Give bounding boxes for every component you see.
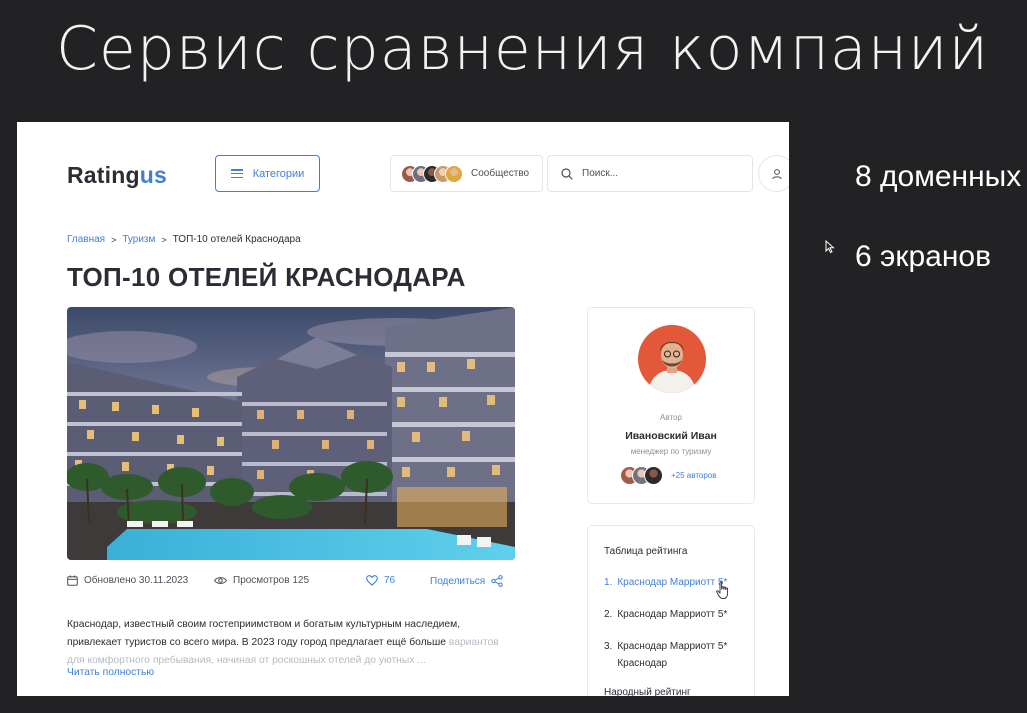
- author-name[interactable]: Ивановский Иван: [588, 430, 754, 442]
- like-button[interactable]: 76: [366, 575, 395, 586]
- logo[interactable]: Ratingus: [67, 162, 167, 189]
- other-authors[interactable]: +25 авторов: [620, 466, 717, 485]
- hand-pointer-icon: [716, 581, 729, 600]
- rating-item[interactable]: 3. Краснодар Марриотт 5* Краснодар: [604, 638, 754, 672]
- breadcrumb-current: ТОП-10 отелей Краснодара: [172, 234, 301, 245]
- logo-main: Rating: [67, 162, 140, 188]
- profile-button[interactable]: [758, 155, 789, 192]
- share-label: Поделиться: [430, 575, 486, 587]
- author-position: менеджер по туризму: [630, 447, 712, 456]
- rating-table-card: Таблица рейтинга 1. Краснодар Марриотт 5…: [587, 525, 755, 696]
- rating-item-number: 3.: [604, 641, 613, 652]
- rating-item-number: 1.: [604, 577, 613, 588]
- more-authors-link[interactable]: +25 авторов: [671, 471, 717, 480]
- avatar: [644, 466, 663, 485]
- user-icon: [771, 168, 782, 179]
- author-avatar: [638, 325, 706, 393]
- community-avatars: [401, 164, 463, 183]
- popular-rating-label[interactable]: Народный рейтинг: [604, 687, 691, 696]
- calendar-icon: [67, 575, 78, 586]
- updated-text: Обновлено 30.11.2023: [84, 575, 189, 586]
- rating-item[interactable]: 1. Краснодар Марриотт 5*: [604, 574, 754, 591]
- views-count: Просмотров 125: [214, 575, 309, 586]
- side-note-domains: 8 доменных: [855, 160, 1022, 193]
- author-role-label: Автор: [660, 413, 682, 422]
- read-more-link[interactable]: Читать полностью: [67, 667, 154, 678]
- rating-item[interactable]: 2. Краснодар Марриотт 5*: [604, 606, 754, 623]
- author-card: Автор Ивановский Иван менеджер по туризм…: [587, 307, 755, 504]
- heart-icon: [366, 575, 378, 586]
- article-excerpt: Краснодар, известный своим гостеприимств…: [67, 616, 507, 670]
- rating-item-label: Краснодар Марриотт 5* Краснодар: [617, 641, 728, 669]
- slide-title: Сервис сравнения компаний: [56, 14, 989, 84]
- share-button[interactable]: Поделиться: [430, 575, 503, 587]
- rating-table-title: Таблица рейтинга: [604, 546, 688, 557]
- mouse-pointer-icon: [825, 240, 835, 254]
- page-title: ТОП-10 ОТЕЛЕЙ КРАСНОДАРА: [67, 262, 466, 292]
- hotel-hero-image: [67, 307, 515, 560]
- chevron-right-icon: >: [161, 234, 167, 245]
- authors-avatars: [620, 466, 663, 485]
- share-icon: [491, 575, 503, 587]
- chevron-right-icon: >: [111, 234, 117, 245]
- search-box[interactable]: [547, 155, 753, 192]
- search-input[interactable]: [582, 168, 732, 179]
- rating-item-label: Краснодар Марриотт 5*: [617, 609, 728, 620]
- categories-label: Категории: [252, 167, 305, 180]
- views-text: Просмотров 125: [233, 575, 310, 586]
- categories-button[interactable]: Категории: [215, 155, 320, 192]
- updated-date: Обновлено 30.11.2023: [67, 575, 188, 586]
- rating-item-number: 2.: [604, 609, 613, 620]
- eye-icon: [214, 577, 227, 584]
- rating-item-label: Краснодар Марриотт 5*: [617, 577, 728, 588]
- website-mockup: Ratingus Категории Сообщество Главная > …: [17, 122, 789, 696]
- menu-icon: [230, 169, 243, 178]
- breadcrumb-home[interactable]: Главная: [67, 234, 105, 245]
- avatar: [445, 164, 463, 183]
- community-label: Сообщество: [471, 168, 530, 179]
- community-button[interactable]: Сообщество: [390, 155, 543, 192]
- likes-count: 76: [384, 575, 396, 586]
- search-icon: [561, 167, 573, 180]
- logo-accent: us: [139, 162, 167, 188]
- side-note-screens: 6 экранов: [855, 240, 992, 273]
- breadcrumb-tourism[interactable]: Туризм: [122, 234, 155, 245]
- article-text: Краснодар, известный своим гостеприимств…: [67, 619, 461, 648]
- breadcrumb: Главная > Туризм > ТОП-10 отелей Краснод…: [67, 234, 301, 245]
